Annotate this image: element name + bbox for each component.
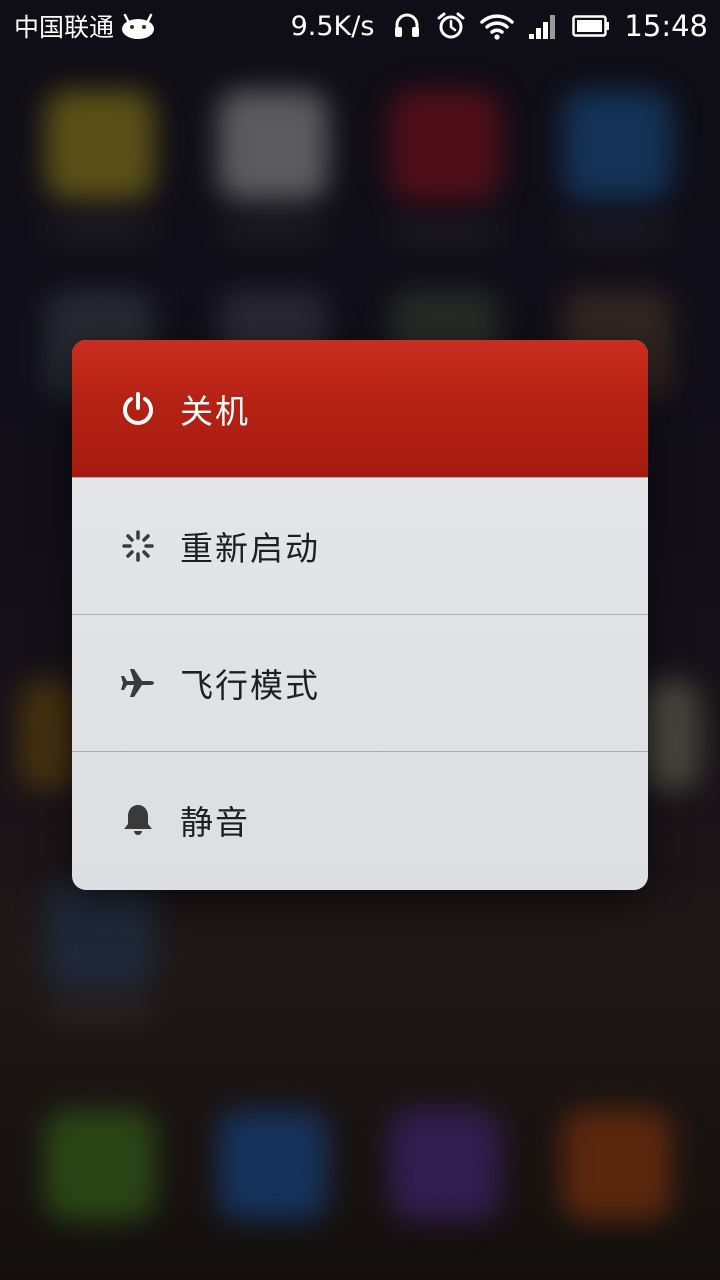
power-off-label: 关机 bbox=[180, 391, 250, 431]
airplane-icon bbox=[118, 663, 158, 703]
battery-icon bbox=[572, 14, 610, 38]
signal-icon bbox=[528, 12, 558, 40]
bell-icon bbox=[118, 800, 158, 840]
silent-mode-item[interactable]: 静音 bbox=[72, 751, 648, 888]
status-bar: 中国联通 9.5K/s 15:48 bbox=[0, 0, 720, 52]
screen: 中国联通 9.5K/s 15:48 关机 重新启动 飞行模式 静音 bbox=[0, 0, 720, 1280]
carrier-name: 中国联通 bbox=[14, 13, 115, 42]
restart-item[interactable]: 重新启动 bbox=[72, 477, 648, 614]
status-icons: 9.5K/s 15:48 bbox=[291, 9, 708, 43]
power-menu-dialog: 关机 重新启动 飞行模式 静音 bbox=[72, 340, 648, 890]
network-speed: 9.5K/s bbox=[290, 10, 375, 42]
airplane-mode-label: 飞行模式 bbox=[180, 666, 320, 705]
power-off-item[interactable]: 关机 bbox=[72, 340, 648, 477]
wifi-icon bbox=[480, 12, 515, 40]
headset-icon bbox=[392, 11, 422, 41]
airplane-mode-item[interactable]: 飞行模式 bbox=[72, 614, 648, 751]
alarm-icon bbox=[436, 11, 466, 41]
power-icon bbox=[118, 389, 158, 429]
restart-spinner-icon bbox=[118, 526, 158, 566]
silent-mode-label: 静音 bbox=[180, 803, 250, 842]
clock: 15:48 bbox=[624, 9, 708, 43]
carrier: 中国联通 bbox=[14, 8, 156, 44]
android-icon bbox=[120, 13, 156, 39]
restart-label: 重新启动 bbox=[180, 529, 320, 568]
